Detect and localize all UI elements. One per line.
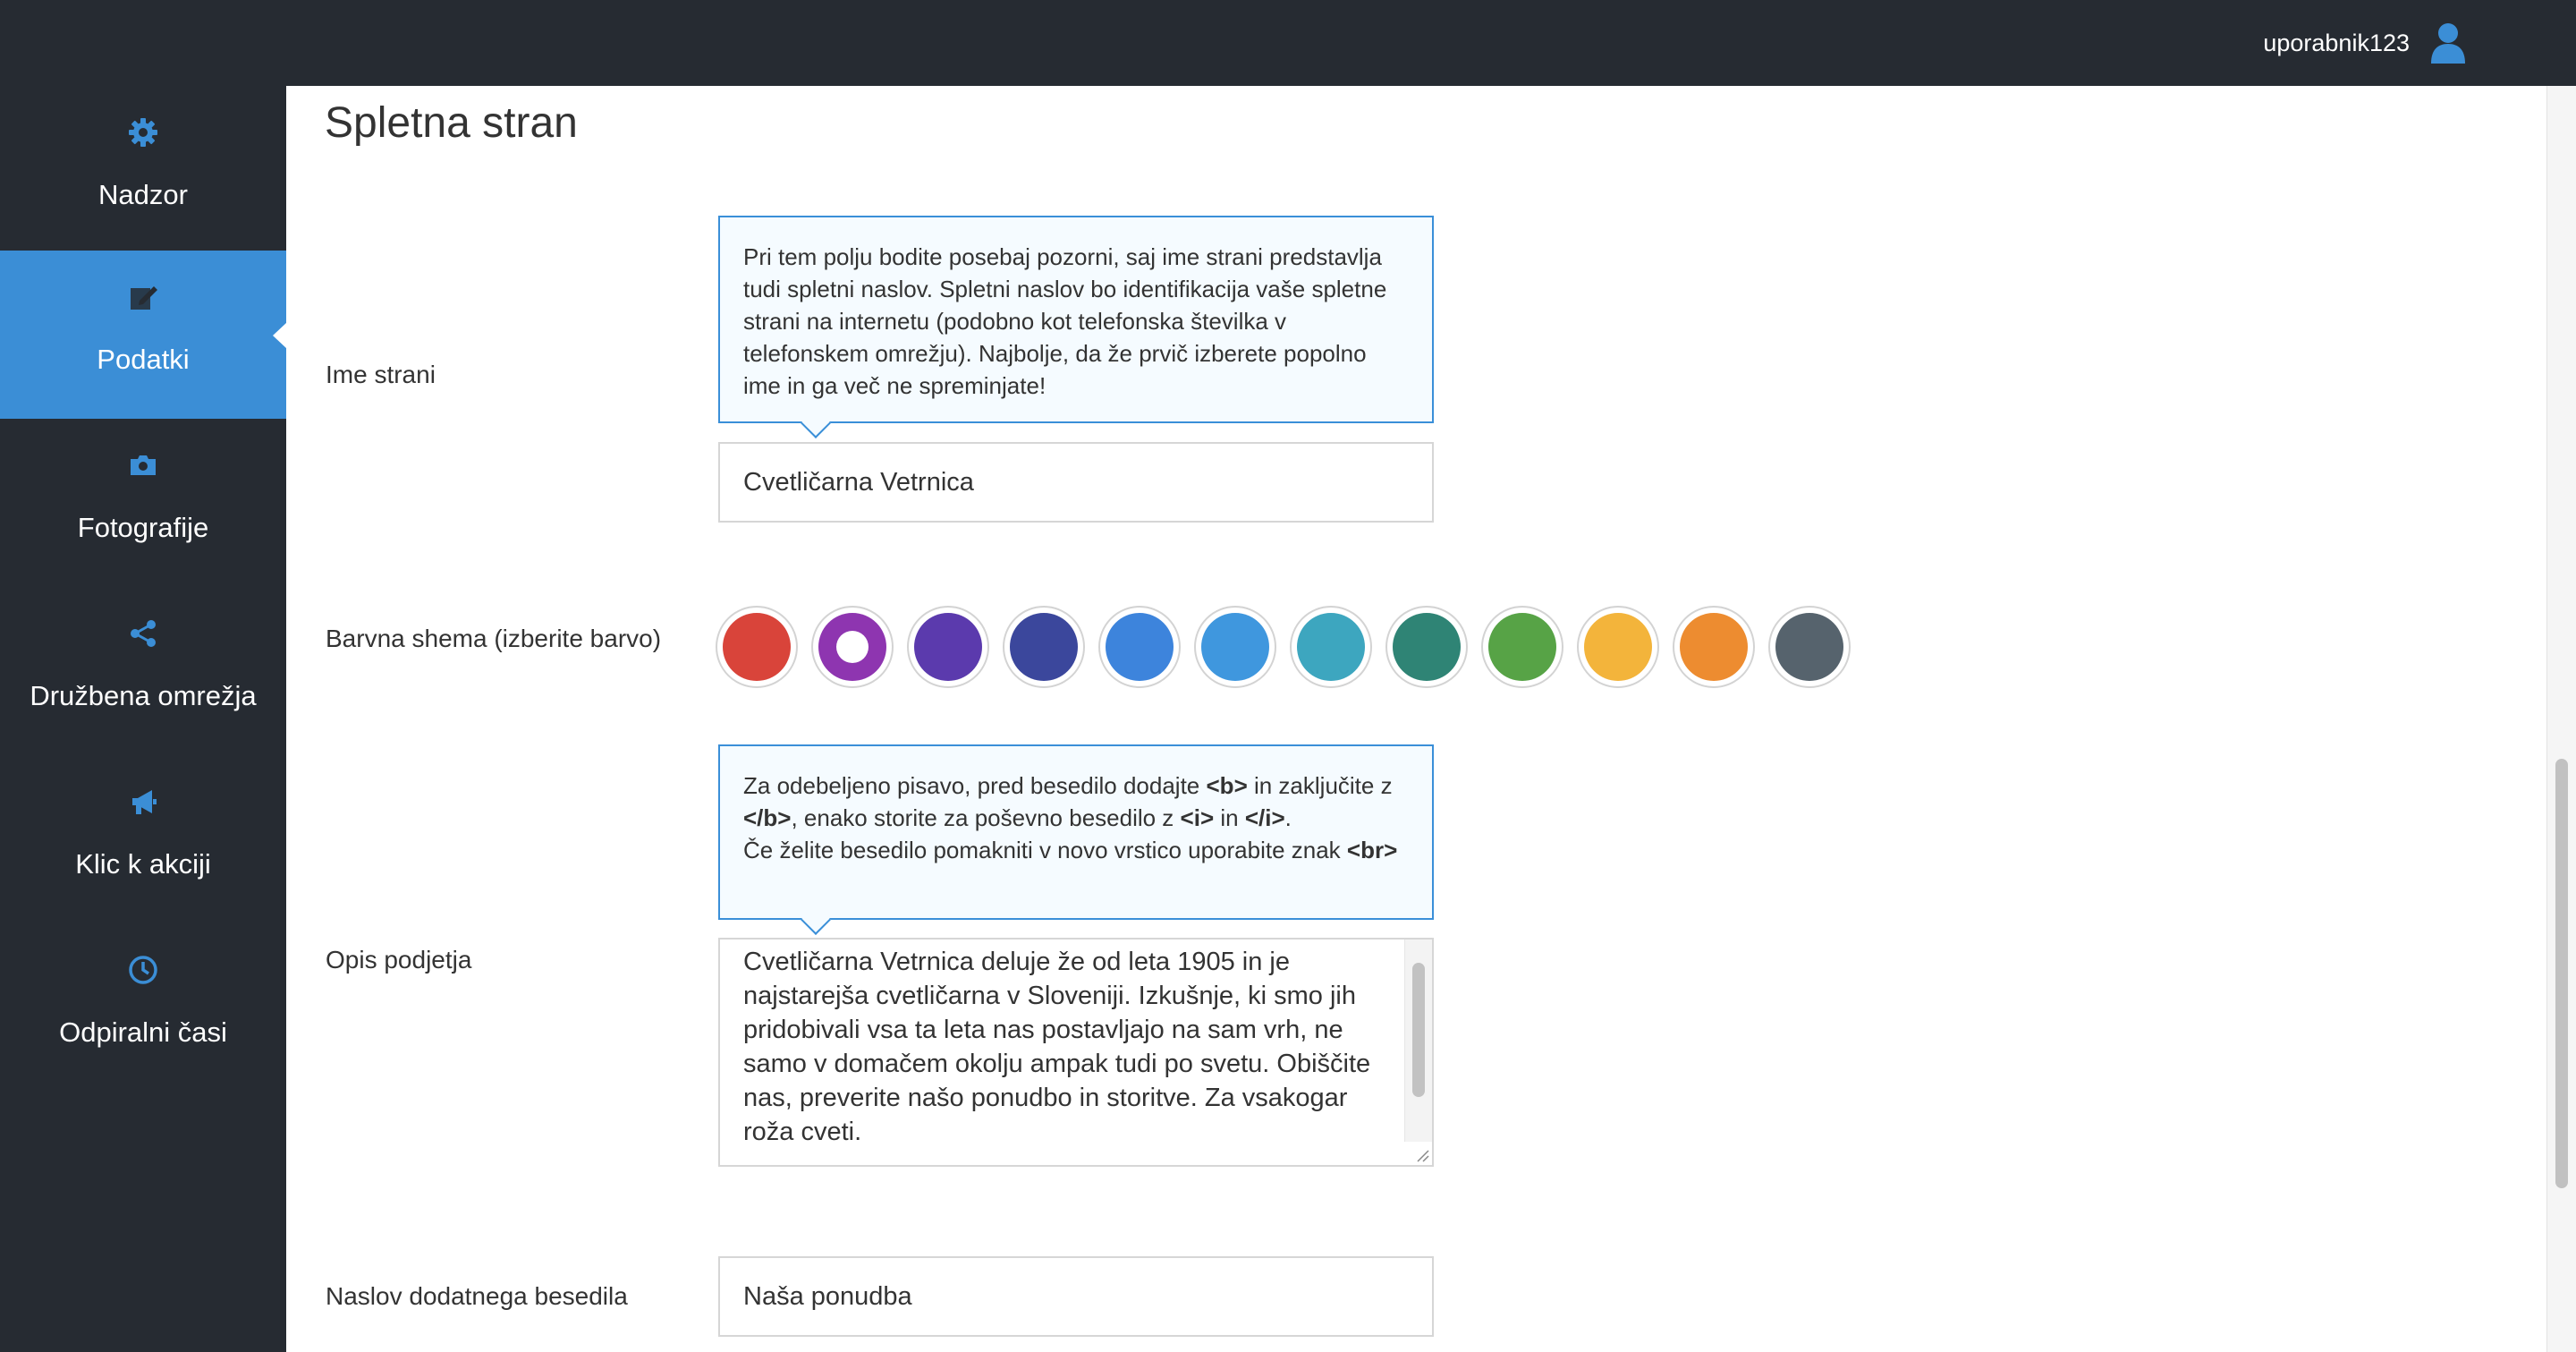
color-swatch-fill — [1584, 613, 1652, 681]
sidebar-item-nadzor[interactable]: Nadzor — [0, 86, 286, 254]
color-swatch[interactable] — [1098, 606, 1181, 688]
color-scheme-label: Barvna shema (izberite barvo) — [326, 625, 662, 652]
scrollbar-corner — [2547, 0, 2576, 86]
sidebar-item-label: Družbena omrežja — [30, 680, 257, 711]
camera-icon — [0, 447, 286, 483]
color-swatch-fill — [914, 613, 982, 681]
textarea-scrollbar[interactable] — [1404, 940, 1432, 1142]
color-swatch-fill — [1775, 613, 1843, 681]
sidebar-item-label: Klic k akciji — [75, 848, 211, 880]
color-swatch[interactable] — [907, 606, 989, 688]
tip-code: </i> — [1244, 804, 1285, 831]
site-name-tooltip: Pri tem polju bodite posebaj pozorni, sa… — [718, 216, 1434, 423]
tip-code: </b> — [743, 804, 792, 831]
color-swatch[interactable] — [1385, 606, 1468, 688]
gear-icon — [0, 115, 286, 150]
tip-code: <i> — [1180, 804, 1215, 831]
color-swatch[interactable] — [1290, 606, 1372, 688]
sidebar-item-label: Odpiralni časi — [59, 1016, 227, 1048]
sidebar-item-klic-k-akciji[interactable]: Klic k akciji — [0, 755, 286, 923]
description-text[interactable]: Cvetličarna Vetrnica deluje že od leta 1… — [743, 945, 1387, 1149]
color-swatch[interactable] — [1481, 606, 1563, 688]
site-name-tip-text: Pri tem polju bodite posebaj pozorni, sa… — [743, 243, 1387, 399]
color-swatch[interactable] — [1673, 606, 1755, 688]
page-scrollbar-thumb[interactable] — [2555, 759, 2568, 1188]
megaphone-icon — [0, 784, 286, 820]
color-swatch-fill — [1488, 613, 1556, 681]
resize-grip-icon[interactable] — [1414, 1147, 1430, 1163]
description-textarea[interactable]: Cvetličarna Vetrnica deluje že od leta 1… — [718, 938, 1434, 1167]
color-swatch-fill — [1010, 613, 1078, 681]
sidebar-item-label: Nadzor — [98, 179, 188, 210]
tip-code: <br> — [1346, 837, 1398, 863]
description-tip-line-1: Za odebeljeno pisavo, pred besedilo doda… — [743, 770, 1409, 834]
color-swatch-fill — [1106, 613, 1174, 681]
textarea-scrollbar-thumb[interactable] — [1412, 963, 1425, 1097]
edit-icon — [0, 279, 286, 315]
sidebar-item-podatki[interactable]: Podatki — [0, 251, 287, 419]
sidebar-item-label: Fotografije — [77, 512, 209, 543]
extra-title-input[interactable] — [718, 1256, 1434, 1337]
top-bar: uporabnik123 — [0, 0, 2547, 86]
user-icon[interactable] — [2429, 22, 2467, 64]
extra-title-label: Naslov dodatnega besedila — [326, 1282, 628, 1310]
page-title: Spletna stran — [325, 99, 578, 147]
color-swatch[interactable] — [1194, 606, 1276, 688]
color-swatch-fill — [1201, 613, 1269, 681]
tip-text: , enako storite za poševno besedilo z — [791, 804, 1181, 831]
color-swatch[interactable] — [811, 606, 894, 688]
sidebar-item-druzbena-omrezja[interactable]: Družbena omrežja — [0, 587, 286, 755]
color-swatch[interactable] — [1003, 606, 1085, 688]
color-swatch[interactable] — [716, 606, 798, 688]
share-icon — [0, 616, 286, 651]
tip-text: . — [1284, 804, 1292, 831]
selected-indicator — [836, 631, 869, 663]
sidebar-item-label: Podatki — [97, 344, 190, 375]
clock-icon — [0, 952, 286, 988]
tip-text: in zaključite z — [1247, 772, 1393, 799]
tip-text: Če želite besedilo pomakniti v novo vrst… — [743, 837, 1347, 863]
user-menu[interactable]: uporabnik123 — [2263, 0, 2467, 86]
color-swatch-fill — [1393, 613, 1461, 681]
tip-text: Za odebeljeno pisavo, pred besedilo doda… — [743, 772, 1207, 799]
color-swatch-fill — [1680, 613, 1748, 681]
site-name-input[interactable] — [718, 442, 1434, 523]
username[interactable]: uporabnik123 — [2263, 30, 2410, 57]
sidebar-item-fotografije[interactable]: Fotografije — [0, 419, 286, 587]
description-tooltip: Za odebeljeno pisavo, pred besedilo doda… — [718, 744, 1434, 920]
color-swatches — [716, 606, 1851, 688]
sidebar: Nadzor Podatki Fotografije Družbena omre… — [0, 86, 287, 1352]
page-scrollbar[interactable] — [2546, 86, 2576, 1352]
tip-code: <b> — [1206, 772, 1248, 799]
site-name-label: Ime strani — [326, 361, 436, 388]
color-swatch-fill — [723, 613, 791, 681]
description-label: Opis podjetja — [326, 946, 472, 974]
sidebar-item-odpiralni-casi[interactable]: Odpiralni časi — [0, 923, 286, 1092]
color-swatch[interactable] — [1577, 606, 1659, 688]
tip-text: in — [1214, 804, 1245, 831]
color-swatch-fill — [1297, 613, 1365, 681]
description-tip-line-2: Če želite besedilo pomakniti v novo vrst… — [743, 834, 1409, 866]
color-swatch[interactable] — [1768, 606, 1851, 688]
